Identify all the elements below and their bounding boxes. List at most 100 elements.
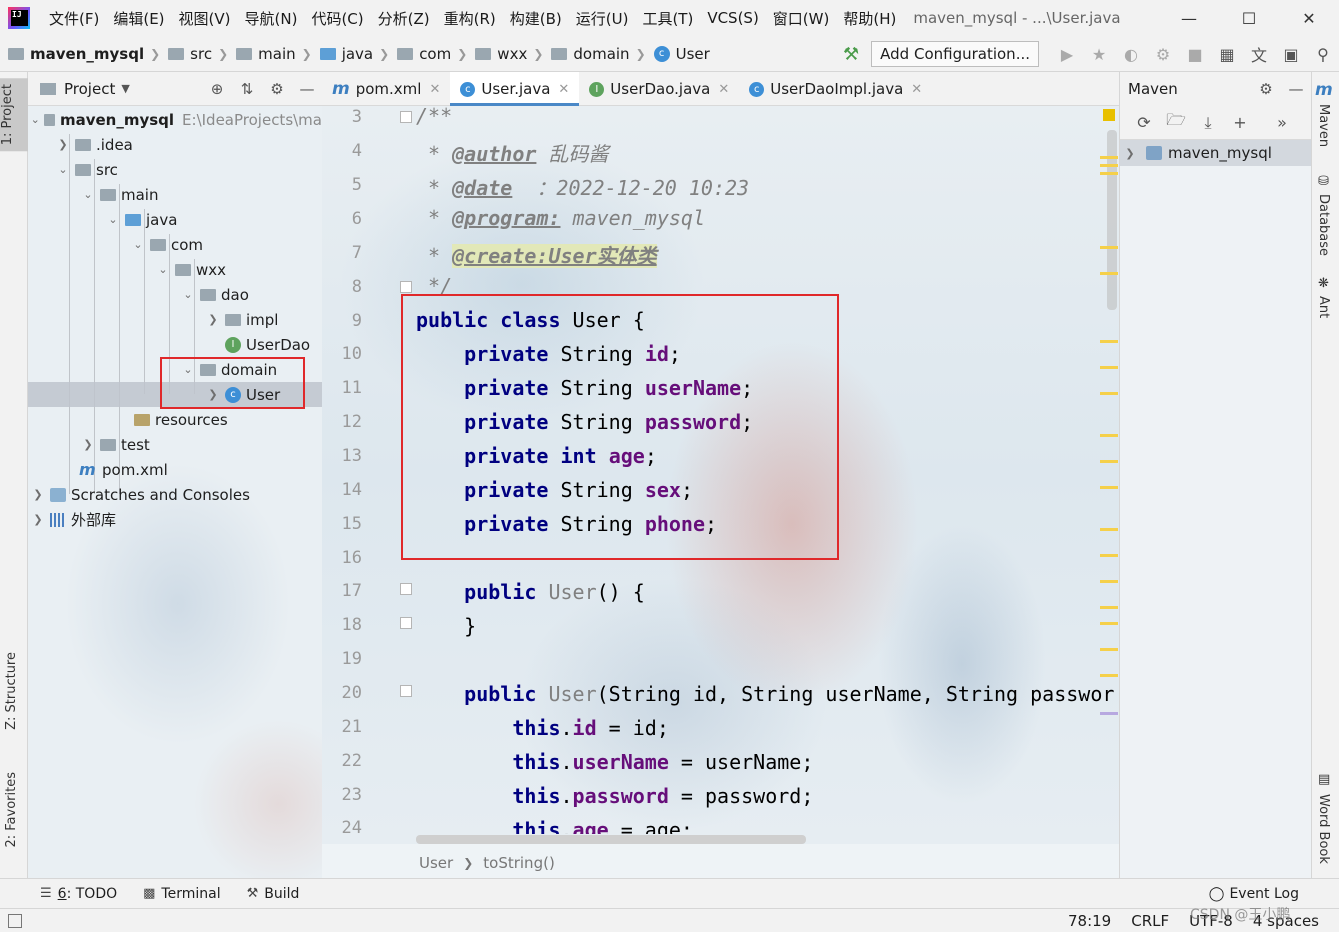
close-icon[interactable]: ✕	[718, 82, 729, 97]
menu-code[interactable]: 代码(C)	[304, 8, 370, 29]
chevron-right-icon[interactable]: ❯	[80, 438, 96, 451]
tree-item-com[interactable]: ⌄ com	[28, 232, 322, 257]
error-stripe-mark[interactable]	[1100, 156, 1118, 159]
chevron-down-icon[interactable]: ⌄	[105, 213, 121, 226]
tab-maven[interactable]: Maven	[1316, 104, 1331, 147]
chevron-right-icon[interactable]: ❯	[30, 488, 46, 501]
close-icon[interactable]: ✕	[1279, 0, 1339, 36]
line-separator[interactable]: CRLF	[1131, 912, 1169, 930]
maven-tab-icon[interactable]: m	[1315, 80, 1333, 100]
error-stripe-mark[interactable]	[1100, 486, 1118, 489]
tab-project[interactable]: 1: Project	[0, 78, 28, 152]
run-icon[interactable]: ▶	[1051, 45, 1083, 64]
tree-item-external-libs[interactable]: ❯ 外部库	[28, 507, 322, 532]
chevron-right-icon[interactable]: ❯	[205, 313, 221, 326]
crumb-java[interactable]: java ❯	[319, 45, 389, 63]
crumb-user[interactable]: c User	[653, 45, 710, 63]
error-stripe-mark[interactable]	[1100, 554, 1118, 557]
error-stripe-mark[interactable]	[1100, 622, 1118, 625]
project-view-selector[interactable]: Project	[64, 80, 115, 98]
chevron-right-icon[interactable]: ❯	[1120, 147, 1140, 160]
chevron-down-icon[interactable]: ▼	[121, 82, 129, 95]
minimize-icon[interactable]: —	[1159, 0, 1219, 36]
tree-item-pom[interactable]: m pom.xml	[28, 457, 322, 482]
translate-icon[interactable]: 文	[1243, 42, 1275, 66]
tree-item-scratches[interactable]: ❯ Scratches and Consoles	[28, 482, 322, 507]
tree-item-resources[interactable]: resources	[28, 407, 322, 432]
error-stripe-mark[interactable]	[1100, 272, 1118, 275]
tab-favorites[interactable]: 2: Favorites	[4, 772, 19, 848]
caret-position[interactable]: 78:19	[1068, 912, 1111, 930]
tab-user-java[interactable]: c User.java ✕	[450, 72, 580, 106]
tab-database[interactable]: Database	[1316, 194, 1331, 256]
search-icon[interactable]: ⚲	[1307, 45, 1339, 64]
tab-structure[interactable]: Z: Structure	[4, 652, 19, 730]
crumb-project[interactable]: maven_mysql ❯	[8, 45, 160, 63]
error-stripe-mark[interactable]	[1100, 246, 1118, 249]
build-hammer-icon[interactable]: ⚒	[843, 44, 859, 65]
tree-item-impl[interactable]: ❯ impl	[28, 307, 322, 332]
maximize-icon[interactable]: ☐	[1219, 0, 1279, 36]
download-icon[interactable]: ⤓	[1192, 113, 1224, 133]
tab-pom-xml[interactable]: m pom.xml ✕	[322, 72, 450, 106]
more-icon[interactable]: »	[1266, 113, 1298, 132]
error-stripe-mark[interactable]	[1100, 460, 1118, 463]
tree-item-java[interactable]: ⌄ java	[28, 207, 322, 232]
horizontal-scrollbar[interactable]	[416, 835, 806, 844]
tree-item-wxx[interactable]: ⌄ wxx	[28, 257, 322, 282]
fold-marker-icon[interactable]	[400, 685, 412, 697]
close-icon[interactable]: ✕	[911, 82, 922, 97]
locate-icon[interactable]: ⊕	[202, 80, 232, 98]
add-icon[interactable]: +	[1224, 113, 1256, 132]
tree-item-idea[interactable]: ❯ .idea	[28, 132, 322, 157]
debug-icon[interactable]: ★	[1083, 45, 1115, 64]
gear-icon[interactable]: ⚙	[262, 80, 292, 98]
chevron-down-icon[interactable]: ⌄	[80, 188, 96, 201]
close-icon[interactable]: ✕	[429, 82, 440, 97]
error-stripe-mark[interactable]	[1100, 172, 1118, 175]
gear-icon[interactable]: ⚙	[1251, 80, 1281, 98]
generate-sources-icon[interactable]: 🗁	[1160, 109, 1192, 136]
crumb-main[interactable]: main ❯	[236, 45, 312, 63]
presentation-icon[interactable]: ▣	[1275, 45, 1307, 64]
add-configuration-button[interactable]: Add Configuration...	[871, 41, 1039, 67]
menu-edit[interactable]: 编辑(E)	[106, 8, 171, 29]
tab-ant[interactable]: Ant	[1316, 296, 1331, 318]
crumb-wxx[interactable]: wxx ❯	[475, 45, 543, 63]
fold-marker-icon[interactable]	[400, 281, 412, 293]
reload-icon[interactable]: ⟳	[1128, 113, 1160, 132]
tree-item-main[interactable]: ⌄ main	[28, 182, 322, 207]
crumb-domain[interactable]: domain ❯	[551, 45, 646, 63]
menu-build[interactable]: 构建(B)	[503, 8, 569, 29]
chevron-down-icon[interactable]: ⌄	[55, 163, 71, 176]
menu-help[interactable]: 帮助(H)	[836, 8, 903, 29]
maven-project-item[interactable]: ❯ maven_mysql	[1120, 140, 1311, 166]
tab-word-book[interactable]: Word Book	[1316, 794, 1331, 864]
profile-icon[interactable]: ⚙	[1147, 45, 1179, 64]
collapse-all-icon[interactable]: ⇅	[232, 80, 262, 98]
tree-item-dao[interactable]: ⌄ dao	[28, 282, 322, 307]
menu-refactor[interactable]: 重构(R)	[437, 8, 503, 29]
menu-run[interactable]: 运行(U)	[569, 8, 636, 29]
tree-item-test[interactable]: ❯ test	[28, 432, 322, 457]
menu-vcs[interactable]: VCS(S)	[700, 9, 765, 27]
tree-item-src[interactable]: ⌄ src	[28, 157, 322, 182]
error-stripe-mark[interactable]	[1100, 606, 1118, 609]
error-stripe-mark[interactable]	[1100, 648, 1118, 651]
breadcrumb-method[interactable]: toString()	[483, 854, 555, 872]
menu-tools[interactable]: 工具(T)	[635, 8, 700, 29]
chevron-down-icon[interactable]: ⌄	[130, 238, 146, 251]
coverage-icon[interactable]: ◐	[1115, 45, 1147, 64]
error-stripe-mark[interactable]	[1100, 580, 1118, 583]
chevron-down-icon[interactable]: ⌄	[180, 288, 196, 301]
error-stripe-mark[interactable]	[1100, 674, 1118, 677]
close-icon[interactable]: ✕	[558, 82, 569, 97]
fold-marker-icon[interactable]	[400, 111, 412, 123]
tool-build[interactable]: ⚒ Build	[247, 886, 300, 902]
error-stripe-mark[interactable]	[1100, 392, 1118, 395]
hide-icon[interactable]: —	[292, 80, 322, 98]
tab-userdao-java[interactable]: I UserDao.java ✕	[579, 72, 739, 106]
crumb-src[interactable]: src ❯	[168, 45, 228, 63]
change-stripe-mark[interactable]	[1100, 712, 1118, 715]
error-stripe-mark[interactable]	[1100, 366, 1118, 369]
